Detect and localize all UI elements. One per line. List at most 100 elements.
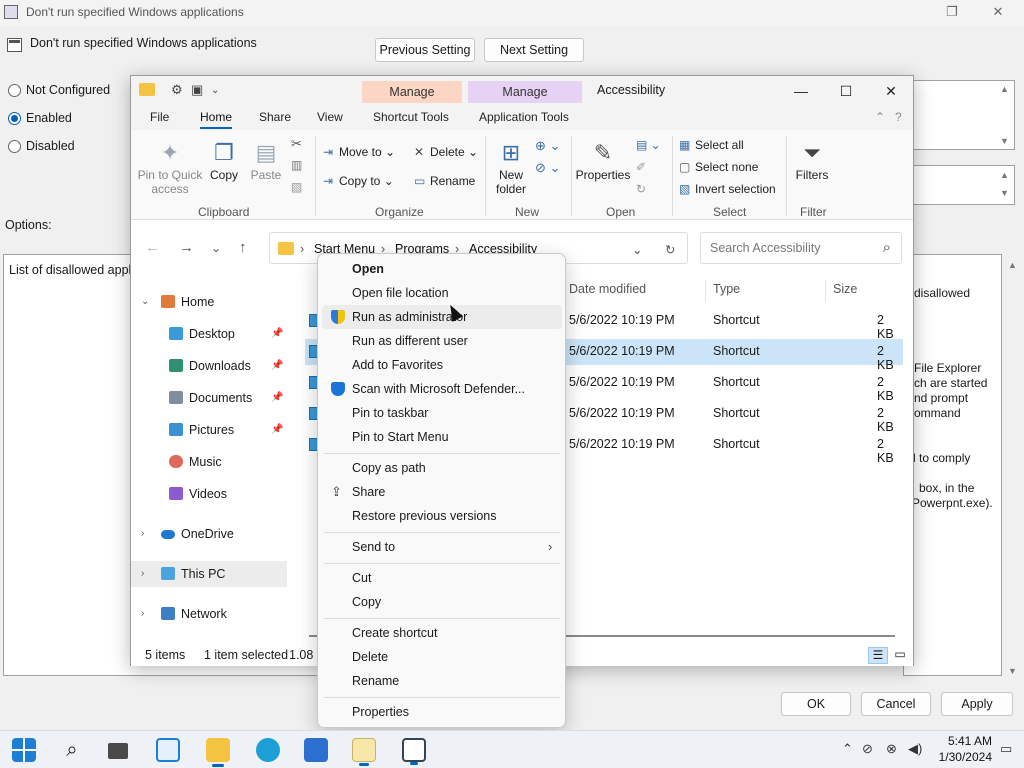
properties-button[interactable]: ✎ Properties [575, 140, 631, 182]
tab-file[interactable]: File [150, 110, 169, 124]
volume-icon[interactable]: ◀) [908, 741, 922, 757]
menu-item-rename[interactable]: Rename [322, 669, 562, 693]
start-icon[interactable] [12, 738, 36, 762]
policy-editor-taskbar-icon[interactable] [402, 738, 426, 765]
select-none-button[interactable]: ▢ Select none [679, 160, 758, 174]
chevron-down-icon[interactable]: ⌄ [211, 85, 219, 96]
help-icon[interactable]: ? [895, 110, 902, 124]
chevron-right-icon[interactable]: › [141, 561, 144, 587]
search-icon[interactable]: ⌕ [60, 738, 84, 762]
menu-item-restore-previous-versions[interactable]: Restore previous versions [322, 504, 562, 528]
scroll-up-icon[interactable]: ▲ [1000, 170, 1009, 180]
apply-button[interactable]: Apply [941, 692, 1013, 716]
menu-item-share[interactable]: ⇪ Share [322, 480, 562, 504]
column-size[interactable]: Size [833, 282, 857, 296]
clock[interactable]: 5:41 AM 1/30/2024 [930, 733, 992, 765]
cancel-button[interactable]: Cancel [861, 692, 931, 716]
file-explorer-taskbar-icon[interactable] [206, 738, 230, 767]
menu-item-delete[interactable]: Delete [322, 645, 562, 669]
pin-quick-access-button[interactable]: ✦ Pin to Quick access [137, 140, 203, 196]
nav-downloads[interactable]: Downloads 📌 [131, 353, 287, 379]
nav-onedrive[interactable]: › OneDrive [131, 521, 287, 547]
forward-arrow-icon[interactable]: → [179, 239, 194, 256]
easy-access-icon[interactable]: ⊘ ⌄ [535, 160, 560, 176]
scroll-down-icon[interactable]: ▼ [1000, 188, 1009, 198]
nav-pictures[interactable]: Pictures 📌 [131, 417, 287, 443]
radio-enabled[interactable] [8, 112, 21, 125]
manage-shortcut-tab[interactable]: Manage [362, 81, 462, 103]
nav-network[interactable]: › Network [131, 601, 287, 627]
nav-this-pc[interactable]: › This PC [131, 561, 287, 587]
scroll-down-icon[interactable]: ▼ [1000, 136, 1009, 146]
chevron-down-icon[interactable]: ⌄ [141, 289, 149, 315]
paste-shortcut-icon[interactable]: ▧ [291, 180, 302, 194]
copy-path-icon[interactable]: ▥ [291, 158, 302, 172]
new-item-icon[interactable]: ⊕ ⌄ [535, 138, 560, 154]
network-off-icon[interactable]: ⊘ [862, 741, 873, 757]
tab-share[interactable]: Share [259, 110, 291, 124]
store-icon[interactable] [304, 738, 328, 762]
tab-view[interactable]: View [317, 110, 343, 124]
open-icon[interactable]: ▤ ⌄ [636, 138, 661, 152]
scroll-up-icon[interactable]: ▲ [1008, 260, 1017, 270]
rename-button[interactable]: ▭ Rename [414, 174, 475, 188]
delete-button[interactable]: ✕ Delete ⌄ [414, 145, 478, 159]
tab-home[interactable]: Home [200, 110, 233, 129]
column-type[interactable]: Type [713, 282, 740, 296]
task-view-icon[interactable] [108, 743, 128, 759]
close-button[interactable]: ✕ [978, 2, 1018, 22]
back-arrow-icon[interactable]: ← [145, 239, 160, 256]
radio-disabled[interactable] [8, 140, 21, 153]
tab-application-tools[interactable]: Application Tools [479, 110, 569, 124]
maximize-button[interactable]: ❐ [932, 2, 972, 22]
chevron-down-icon[interactable]: ⌄ [632, 242, 642, 257]
nav-documents[interactable]: Documents 📌 [131, 385, 287, 411]
ok-button[interactable]: OK [781, 692, 851, 716]
next-setting-button[interactable]: Next Setting [484, 38, 584, 62]
previous-setting-button[interactable]: Previous Setting [375, 38, 475, 62]
menu-item-scan-defender[interactable]: Scan with Microsoft Defender... [322, 377, 562, 401]
minimize-button[interactable]: — [786, 80, 816, 102]
menu-item-cut[interactable]: Cut [322, 566, 562, 590]
chevron-up-icon[interactable]: ⌃ [875, 110, 885, 124]
menu-item-open[interactable]: Open [322, 257, 562, 281]
invert-selection-button[interactable]: ▧ Invert selection [679, 182, 776, 196]
nav-music[interactable]: Music [131, 449, 287, 475]
menu-item-properties[interactable]: Properties [322, 700, 562, 724]
edge-icon[interactable] [256, 738, 280, 762]
scroll-down-icon[interactable]: ▼ [1008, 666, 1017, 676]
manage-application-tab[interactable]: Manage [468, 81, 582, 103]
tab-shortcut-tools[interactable]: Shortcut Tools [373, 110, 449, 124]
copy-to-button[interactable]: ⇥ Copy to ⌄ [323, 174, 394, 188]
maximize-button[interactable]: ☐ [831, 80, 861, 102]
column-date-modified[interactable]: Date modified [569, 282, 646, 296]
paste-button[interactable]: ▤ Paste [248, 140, 284, 182]
scroll-up-icon[interactable]: ▲ [1000, 84, 1009, 94]
menu-item-pin-to-taskbar[interactable]: Pin to taskbar [322, 401, 562, 425]
chevron-right-icon[interactable]: › [141, 521, 144, 547]
history-icon[interactable]: ↻ [636, 182, 646, 196]
move-to-button[interactable]: ⇥ Move to ⌄ [323, 145, 395, 159]
widgets-icon[interactable] [156, 738, 180, 762]
menu-item-copy[interactable]: Copy [322, 590, 562, 614]
nav-home[interactable]: ⌄ Home [131, 289, 287, 315]
nav-desktop[interactable]: Desktop 📌 [131, 321, 287, 347]
menu-item-send-to[interactable]: Send to › [322, 535, 562, 559]
chevron-right-icon[interactable]: › [141, 601, 144, 627]
new-folder-button[interactable]: ⊞ New folder [491, 140, 531, 196]
notepad-icon[interactable] [352, 738, 376, 766]
notifications-icon[interactable]: ▭ [1000, 741, 1012, 757]
menu-item-run-as-administrator[interactable]: Run as administrator [322, 305, 562, 329]
close-button[interactable]: ✕ [876, 80, 906, 102]
properties-quick-icon[interactable]: ⚙ [171, 82, 183, 98]
large-icons-view-icon[interactable]: ▭ [890, 647, 910, 664]
menu-item-add-to-favorites[interactable]: Add to Favorites [322, 353, 562, 377]
search-box[interactable]: Search Accessibility ⌕ [700, 232, 902, 264]
radio-not-configured[interactable] [8, 84, 21, 97]
menu-item-pin-to-start[interactable]: Pin to Start Menu [322, 425, 562, 449]
refresh-icon[interactable]: ↻ [665, 242, 675, 257]
select-all-button[interactable]: ▦ Select all [679, 138, 744, 152]
nav-videos[interactable]: Videos [131, 481, 287, 507]
new-folder-quick-icon[interactable]: ▣ [191, 82, 203, 98]
menu-item-open-file-location[interactable]: Open file location [322, 281, 562, 305]
